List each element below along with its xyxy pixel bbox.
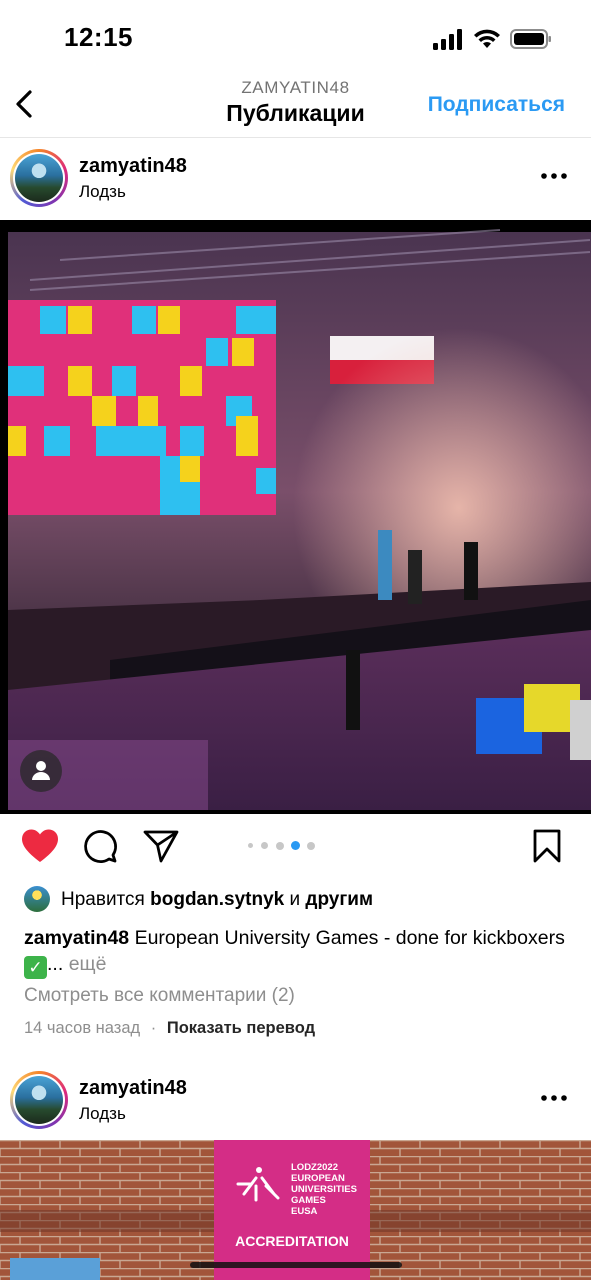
- likes-prefix: Нравится: [61, 889, 145, 910]
- top-navigation: ZAMYATIN48 Публикации Подписаться: [0, 76, 591, 138]
- liker-username[interactable]: bogdan.sytnyk: [150, 889, 284, 910]
- carousel-dot-active: [291, 841, 300, 850]
- post-location[interactable]: Лодзь: [79, 182, 126, 202]
- post-caption: zamyatin48 European University Games - d…: [24, 925, 569, 979]
- meta-separator: ·: [150, 1019, 157, 1037]
- banner-line1: LODZ2022: [291, 1162, 338, 1173]
- post-photo[interactable]: [0, 220, 591, 814]
- status-bar: 12:15: [0, 0, 591, 76]
- post-username[interactable]: zamyatin48: [79, 155, 187, 178]
- user-tag-button[interactable]: [20, 750, 62, 792]
- post-photo[interactable]: LODZ2022 EUROPEAN UNIVERSITIES GAMES EUS…: [0, 1140, 591, 1280]
- signal-icon: [433, 29, 462, 50]
- post-header: zamyatin48 Лодзь: [0, 1060, 591, 1140]
- heart-icon[interactable]: [20, 828, 60, 864]
- caption-ellipsis: ...: [47, 953, 64, 975]
- accreditation-banner-image: LODZ2022 EUROPEAN UNIVERSITIES GAMES EUS…: [0, 1140, 591, 1280]
- banner-line2: EUROPEAN: [291, 1173, 345, 1184]
- comment-icon[interactable]: [82, 828, 118, 864]
- carousel-dot: [248, 843, 253, 848]
- concert-stage-image: [0, 220, 591, 814]
- check-mark-emoji: ✓: [24, 956, 47, 979]
- carousel-dot: [261, 842, 268, 849]
- show-translation-link[interactable]: Показать перевод: [167, 1019, 315, 1037]
- home-indicator: [190, 1262, 402, 1268]
- carousel-dot: [307, 842, 315, 850]
- caption-username[interactable]: zamyatin48: [24, 927, 129, 949]
- banner-label: ACCREDITATION: [235, 1233, 349, 1249]
- post-username[interactable]: zamyatin48: [79, 1077, 187, 1100]
- share-icon[interactable]: [142, 828, 180, 864]
- user-tag-icon: [32, 761, 50, 780]
- status-time: 12:15: [64, 22, 133, 52]
- wifi-icon: [474, 29, 500, 48]
- post-location[interactable]: Лодзь: [79, 1104, 126, 1124]
- post-time: 14 часов назад: [24, 1019, 141, 1037]
- liker-avatar: [24, 886, 50, 912]
- likes-others-link[interactable]: другим: [305, 889, 373, 910]
- post-actions: [0, 820, 591, 880]
- led-wall: [8, 300, 276, 515]
- post-meta: 14 часов назад · Показать перевод: [24, 1019, 315, 1038]
- avatar[interactable]: [10, 1071, 68, 1129]
- avatar[interactable]: [10, 149, 68, 207]
- follow-button[interactable]: Подписаться: [428, 93, 565, 117]
- post-header: zamyatin48 Лодзь: [0, 138, 591, 218]
- view-comments-link[interactable]: Смотреть все комментарии (2): [24, 985, 295, 1007]
- caption-more-link[interactable]: ещё: [69, 953, 107, 975]
- likes-and: и: [289, 889, 301, 910]
- carousel-dot: [276, 842, 284, 850]
- more-icon[interactable]: [541, 1094, 567, 1102]
- battery-icon: [510, 29, 551, 49]
- banner-line3: UNIVERSITIES: [291, 1184, 357, 1195]
- likes-summary[interactable]: Нравится bogdan.sytnyk и другим: [24, 885, 584, 915]
- bookmark-icon[interactable]: [532, 828, 562, 864]
- banner-line5: EUSA: [291, 1206, 318, 1217]
- banner-line4: GAMES: [291, 1195, 326, 1206]
- more-icon[interactable]: [541, 172, 567, 180]
- caption-text: European University Games - done for kic…: [134, 927, 565, 949]
